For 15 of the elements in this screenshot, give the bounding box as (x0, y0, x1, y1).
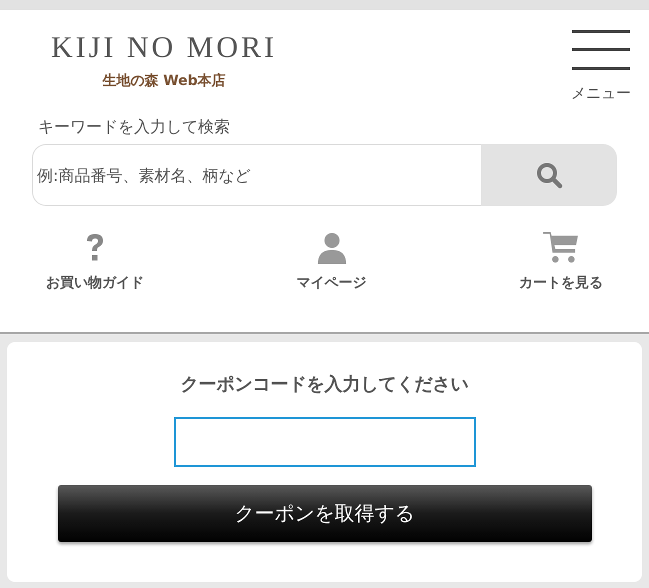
menu-button[interactable]: メニュー (571, 30, 631, 103)
search-field[interactable]: 例:商品番号、素材名、柄など (32, 144, 481, 206)
cart-link[interactable]: カートを見る (519, 232, 603, 292)
search-button[interactable] (481, 144, 617, 206)
search-icon (535, 161, 563, 189)
guide-link[interactable]: お買い物ガイド (46, 232, 144, 292)
coupon-field[interactable] (174, 417, 476, 467)
mypage-link[interactable]: マイページ (296, 232, 366, 292)
coupon-title: クーポンコードを入力してください (180, 373, 468, 396)
get-coupon-button[interactable]: クーポンを取得する (58, 485, 592, 542)
logo[interactable]: KIJI NO MORI (51, 30, 277, 66)
tagline: 生地の森 Web本店 (102, 72, 226, 90)
menu-icon (572, 30, 630, 70)
search-label: キーワードを入力して検索 (37, 117, 231, 138)
cart-icon (542, 232, 580, 264)
